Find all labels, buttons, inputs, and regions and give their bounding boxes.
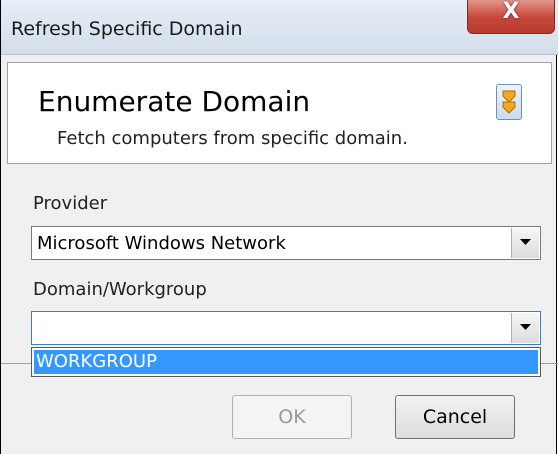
chevron-down-icon[interactable] [511, 228, 539, 258]
domain-select[interactable] [31, 311, 541, 345]
chevron-down-icon[interactable] [511, 313, 539, 343]
close-button[interactable]: X [467, 0, 555, 34]
refresh-arrows-icon[interactable] [496, 84, 522, 120]
close-icon: X [502, 0, 520, 24]
title-bar[interactable]: Refresh Specific Domain X [1, 0, 558, 55]
provider-value: Microsoft Windows Network [37, 233, 286, 254]
provider-select[interactable]: Microsoft Windows Network [31, 226, 541, 260]
dialog-window: Refresh Specific Domain X Enumerate Doma… [0, 0, 558, 454]
dropdown-option-workgroup[interactable]: WORKGROUP [34, 350, 538, 374]
provider-label: Provider [33, 193, 108, 214]
cancel-button[interactable]: Cancel [395, 395, 515, 439]
header-panel: Enumerate Domain Fetch computers from sp… [7, 62, 552, 164]
header-title: Enumerate Domain [38, 85, 311, 118]
domain-label: Domain/Workgroup [33, 279, 207, 300]
ok-button[interactable]: OK [232, 395, 352, 439]
domain-dropdown-list: WORKGROUP [31, 347, 541, 377]
header-subtitle: Fetch computers from specific domain. [57, 128, 408, 149]
window-title: Refresh Specific Domain [11, 18, 243, 40]
